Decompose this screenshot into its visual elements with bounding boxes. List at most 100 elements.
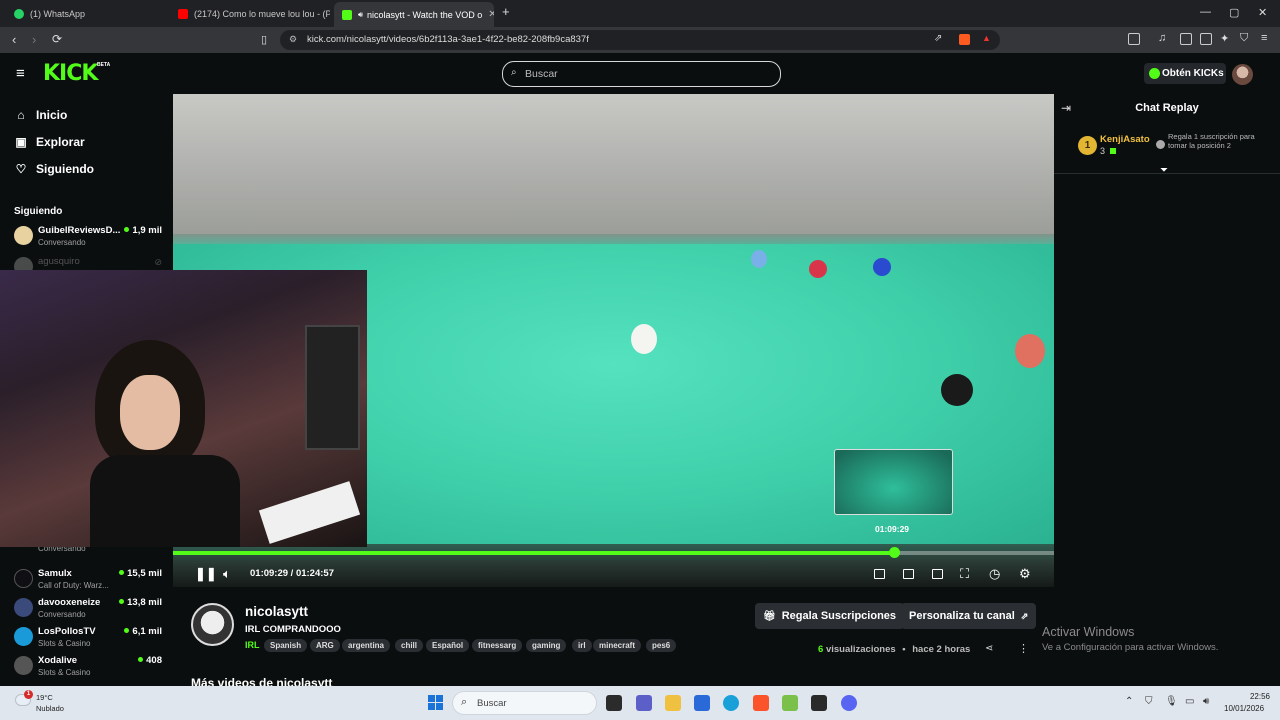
sidebar-item-inicio[interactable]: ⌂ Inicio <box>15 108 67 122</box>
back-icon[interactable]: ‹ <box>12 32 16 47</box>
taskbar-search[interactable]: ⌕ Buscar <box>452 691 597 715</box>
site-header: ≡ KICK BETA ⌕ Buscar Obtén KICKs <box>0 53 1280 94</box>
webcam-shirt <box>90 455 240 547</box>
live-dot-icon <box>119 599 125 604</box>
tag[interactable]: irl <box>572 639 592 652</box>
discord-icon[interactable] <box>841 695 857 711</box>
hamburger-menu-icon[interactable]: ≡ <box>16 65 25 82</box>
clip-icon[interactable] <box>903 569 914 579</box>
streamer-name[interactable]: nicolasytt <box>245 604 308 619</box>
gift-icon: 🎁︎ <box>763 610 776 622</box>
tag[interactable]: gaming <box>526 639 567 652</box>
sidebar-item-siguiendo[interactable]: ♡ Siguiendo <box>15 162 94 176</box>
tag[interactable]: minecraft <box>593 639 642 652</box>
following-category: Slots & Casino <box>38 639 91 648</box>
tag[interactable]: Spanish <box>264 639 308 652</box>
network-icon[interactable]: ▭ <box>1185 696 1194 707</box>
speaker-icon[interactable]: 🔊︎ <box>1203 696 1209 707</box>
get-kicks-label: Obtén KICKs <box>1162 68 1224 79</box>
file-explorer-icon[interactable] <box>665 695 681 711</box>
reload-icon[interactable]: ⟳ <box>52 32 62 46</box>
tag[interactable]: argentina <box>342 639 391 652</box>
following-item[interactable]: LosPollosTV Slots & Casino 6,1 mil <box>14 624 164 652</box>
progress-bar[interactable] <box>173 547 1054 558</box>
tag[interactable]: Español <box>426 639 470 652</box>
menu-icon[interactable]: ≡ <box>1261 32 1267 44</box>
brave-icon[interactable] <box>753 695 769 711</box>
theater-mode-icon[interactable] <box>932 569 943 579</box>
reader-icon[interactable] <box>1180 33 1192 45</box>
volume-icon[interactable]: 🔈︎ <box>223 566 231 582</box>
ai-icon[interactable]: ✦ <box>1220 32 1229 45</box>
tag[interactable]: fitnessarg <box>472 639 523 652</box>
tag[interactable]: pes6 <box>646 639 677 652</box>
maximize-icon[interactable]: ▢ <box>1229 6 1239 19</box>
viewer-count: 6,1 mil <box>124 626 162 637</box>
kick-app-icon[interactable] <box>811 695 827 711</box>
show-hidden-icons-icon[interactable]: ⌃ <box>1125 696 1133 707</box>
store-icon[interactable] <box>694 695 710 711</box>
playback-speed-icon[interactable]: ◷ <box>989 566 1000 582</box>
following-name: Xodalive <box>38 655 78 666</box>
streamer-avatar[interactable] <box>191 603 234 646</box>
forward-icon[interactable]: › <box>32 32 36 47</box>
minimize-icon[interactable]: — <box>1200 6 1211 18</box>
teams-icon[interactable] <box>636 695 652 711</box>
following-item[interactable]: Samulx Call of Duty: Warz... 15,5 mil <box>14 566 164 594</box>
clock-date[interactable]: 10/01/2026 <box>1224 704 1264 713</box>
task-view-icon[interactable] <box>606 695 622 711</box>
sidebar-item-explorar[interactable]: ▣ Explorar <box>15 135 84 149</box>
settings-gear-icon[interactable]: ⚙ <box>1019 566 1031 582</box>
progress-handle[interactable] <box>888 547 900 558</box>
share-page-icon[interactable]: ⇗ <box>934 33 942 44</box>
following-item[interactable]: Xodalive Slots & Casino 408 <box>14 653 164 681</box>
following-item[interactable]: GuibelReviewsD... Conversando 1,9 mil <box>14 223 164 251</box>
site-info-icon[interactable]: ⚙ <box>289 34 297 45</box>
bookmark-icon[interactable]: ▯ <box>261 33 267 46</box>
avatar <box>14 656 33 675</box>
following-name: davooxeneize <box>38 597 101 608</box>
browser-tab-kick[interactable]: 🔊︎ nicolasytt - Watch the VOD o ✕ <box>334 2 494 27</box>
following-item[interactable]: davooxeneize Conversando 13,8 mil <box>14 595 164 623</box>
user-avatar[interactable] <box>1232 64 1253 85</box>
get-kicks-button[interactable]: Obtén KICKs <box>1144 63 1226 84</box>
pause-icon[interactable]: ❚❚ <box>195 566 217 582</box>
fullscreen-icon[interactable]: ⛶ <box>960 566 969 582</box>
kicks-coin-icon <box>1149 68 1160 79</box>
browser-tab-youtube[interactable]: (2174) Como lo mueve lou lou - (Po <box>170 3 330 25</box>
gift-subscriptions-button[interactable]: 🎁︎ Regala Suscripciones <box>755 603 905 629</box>
vpn-icon[interactable]: ⛉ <box>1240 32 1248 45</box>
close-tab-icon[interactable]: ✕ <box>482 9 494 20</box>
gift-icon <box>1109 148 1116 154</box>
antivirus-icon[interactable]: ⛉ <box>1145 696 1153 707</box>
brave-shields-icon[interactable] <box>959 34 970 45</box>
search-input[interactable]: ⌕ Buscar <box>502 61 781 87</box>
clock-time[interactable]: 22:56 <box>1240 692 1270 701</box>
brave-rewards-icon[interactable]: ▲ <box>982 33 991 43</box>
minecraft-icon[interactable] <box>782 695 798 711</box>
browser-tab-whatsapp[interactable]: (1) WhatsApp <box>6 3 166 25</box>
media-icon[interactable]: ♫ <box>1158 32 1166 44</box>
customize-channel-button[interactable]: Personaliza tu canal ⇗ <box>901 603 1037 629</box>
stream-category[interactable]: IRL <box>245 640 260 650</box>
share-icon[interactable]: ⋖ <box>985 643 993 654</box>
rank-badge: 1 <box>1078 136 1097 155</box>
close-window-icon[interactable]: ✕ <box>1258 6 1267 19</box>
kick-favicon-icon <box>342 9 352 20</box>
expand-pinned-icon[interactable]: ⏷ <box>1160 165 1168 176</box>
tag[interactable]: chill <box>395 639 424 652</box>
new-tab-icon[interactable]: + <box>502 4 510 19</box>
tag[interactable]: ARG <box>310 639 340 652</box>
edge-icon[interactable] <box>723 695 739 711</box>
wallet-icon[interactable] <box>1200 33 1212 45</box>
sidebar-toggle-icon[interactable] <box>1128 33 1140 45</box>
miniplayer-icon[interactable] <box>874 569 885 579</box>
kick-logo[interactable]: KICK <box>43 61 98 86</box>
video-frame-ball <box>631 324 657 354</box>
viewer-count-value: 13,8 mil <box>127 597 162 608</box>
more-options-icon[interactable]: ⋮ <box>1018 642 1029 655</box>
url-field[interactable]: ⚙ kick.com/nicolasytt/videos/6b2f113a-3a… <box>280 30 1000 50</box>
microphone-icon[interactable]: 🎙︎ <box>1165 696 1178 707</box>
start-button-icon[interactable] <box>428 695 443 710</box>
pinned-username[interactable]: KenjiAsato <box>1100 134 1150 145</box>
